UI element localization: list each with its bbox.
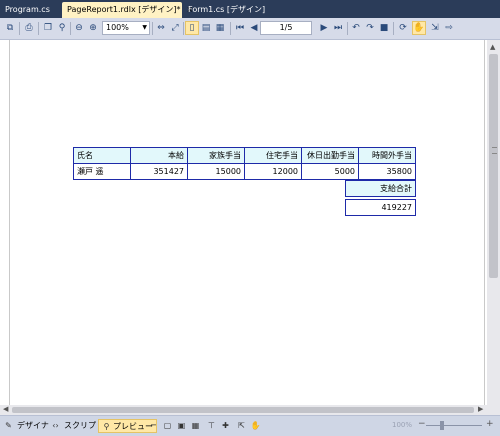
print-icon[interactable]: ⎙ (22, 21, 36, 35)
slider-knob[interactable] (440, 421, 444, 430)
designer-tab-button[interactable]: デザイナ (14, 419, 52, 433)
zoom-select[interactable]: 100% ▼ (102, 21, 150, 35)
toolbar-divider (230, 22, 231, 35)
scroll-thumb[interactable] (489, 54, 498, 278)
tab-form1-design[interactable]: Form1.cs [デザイン] (183, 2, 273, 18)
toolbar-divider (393, 22, 394, 35)
grip-icon (492, 147, 497, 154)
fit-width-icon[interactable]: ⇔ (154, 21, 168, 35)
continuous-page-icon[interactable]: ▤ (199, 21, 213, 35)
hand-tool-icon[interactable]: ✋ (412, 21, 426, 35)
toolbar-divider (347, 22, 348, 35)
first-page-icon[interactable]: ⏮ (233, 21, 247, 35)
toolbar-divider (38, 22, 39, 35)
back-icon[interactable]: ↶ (349, 21, 363, 35)
fit-page-icon[interactable]: ⤢ (168, 21, 182, 35)
preview-tab-label: プレビュー (113, 422, 153, 431)
document-tab-bar: Program.cs PageReport1.rdlx [デザイン]* × For… (0, 0, 500, 18)
table-icon[interactable]: ▦ (190, 420, 201, 431)
toolbar-divider (183, 22, 184, 35)
toolbar-divider (152, 22, 153, 35)
cell-family-allowance: 15000 (187, 163, 245, 180)
horizontal-scrollbar[interactable]: ◀ ▶ (0, 405, 500, 415)
cell-holiday-allowance: 5000 (301, 163, 359, 180)
zoom-in-icon[interactable]: + (486, 419, 494, 429)
zoom-out-icon[interactable]: ⊖ (72, 21, 86, 35)
vertical-scrollbar[interactable]: ▲ (487, 40, 500, 405)
cell-overtime-allowance: 35800 (358, 163, 416, 180)
magnifier-icon: ⚲ (103, 421, 110, 431)
last-page-icon[interactable]: ⏭ (331, 21, 345, 35)
header-base-salary: 本給 (130, 147, 188, 164)
refresh-icon[interactable]: ⟳ (396, 21, 410, 35)
stop-icon[interactable]: ■ (377, 21, 391, 35)
zoom-value: 100% (106, 23, 129, 32)
total-value: 419227 (345, 199, 416, 216)
pencil-icon: ✎ (5, 421, 12, 430)
header-overtime-allowance: 時間外手当 (358, 147, 416, 164)
copy-icon[interactable]: ❐ (41, 21, 55, 35)
previous-page-icon[interactable]: ◀ (247, 21, 261, 35)
scroll-thumb[interactable] (12, 407, 474, 413)
slider-track (426, 425, 482, 426)
zoom-percent: 100% (392, 421, 413, 429)
forward-icon[interactable]: ↷ (363, 21, 377, 35)
cell-housing-allowance: 12000 (244, 163, 302, 180)
designer-status-bar: ✎ デザイナ ‹› スクリプト ⚲ プレビュー ⌐ ▢ ▣ ▦ ⊤ ✚ ⇱ ✋ 1… (0, 415, 500, 436)
header-housing-allowance: 住宅手当 (244, 147, 302, 164)
tab-label: Program.cs (5, 5, 50, 14)
header-holiday-allowance: 休日出勤手当 (301, 147, 359, 164)
grid-icon[interactable]: ▣ (176, 420, 187, 431)
report-toolbar: ⧉ ⎙ ❐ ⚲ ⊖ ⊕ 100% ▼ ⇔ ⤢ ▯ ▤ ▦ ⏮ ◀ 1/5 ▶ ⏭ … (0, 18, 500, 40)
toolbar-divider (70, 22, 71, 35)
select-tool-icon[interactable]: ⇲ (428, 21, 442, 35)
zoom-out-icon[interactable]: − (418, 419, 426, 429)
page-number-input[interactable]: 1/5 (260, 21, 312, 35)
find-icon[interactable]: ⚲ (55, 21, 69, 35)
ruler-icon[interactable]: ⌐ (148, 420, 159, 431)
cell-base-salary: 351427 (130, 163, 188, 180)
zoom-in-icon[interactable]: ⊕ (86, 21, 100, 35)
scroll-right-icon[interactable]: ▶ (478, 405, 483, 413)
single-page-icon[interactable]: ▯ (185, 21, 199, 35)
tab-program-cs[interactable]: Program.cs (0, 2, 62, 18)
header-family-allowance: 家族手当 (187, 147, 245, 164)
total-label: 支給合計 (345, 180, 416, 197)
tab-label: Form1.cs [デザイン] (188, 5, 266, 14)
code-icon: ‹› (52, 421, 59, 430)
cell-name: 瀬戸 遥 (73, 163, 131, 180)
tab-pagereport1[interactable]: PageReport1.rdlx [デザイン]* × (62, 2, 193, 18)
tab-label: PageReport1.rdlx [デザイン]* (67, 5, 181, 14)
next-page-icon[interactable]: ▶ (317, 21, 331, 35)
multi-page-icon[interactable]: ▦ (213, 21, 227, 35)
hand-icon[interactable]: ✋ (250, 420, 261, 431)
snap-lines-icon[interactable]: ⊤ (206, 420, 217, 431)
toggle-sidebar-icon[interactable]: ⧉ (3, 21, 17, 35)
report-page: 氏名 本給 家族手当 住宅手当 休日出勤手当 時間外手当 瀬戸 遥 351427… (9, 40, 485, 405)
scroll-left-icon[interactable]: ◀ (3, 405, 8, 413)
crosshair-icon[interactable]: ✚ (220, 420, 231, 431)
toolbar-divider (19, 22, 20, 35)
zoom-slider[interactable]: − + (418, 419, 496, 433)
export-icon[interactable]: ⇨ (442, 21, 456, 35)
pointer-icon[interactable]: ⇱ (236, 420, 247, 431)
chevron-down-icon: ▼ (142, 24, 147, 31)
border-icon[interactable]: ▢ (162, 420, 173, 431)
scroll-up-icon[interactable]: ▲ (490, 43, 495, 51)
header-name: 氏名 (73, 147, 131, 164)
